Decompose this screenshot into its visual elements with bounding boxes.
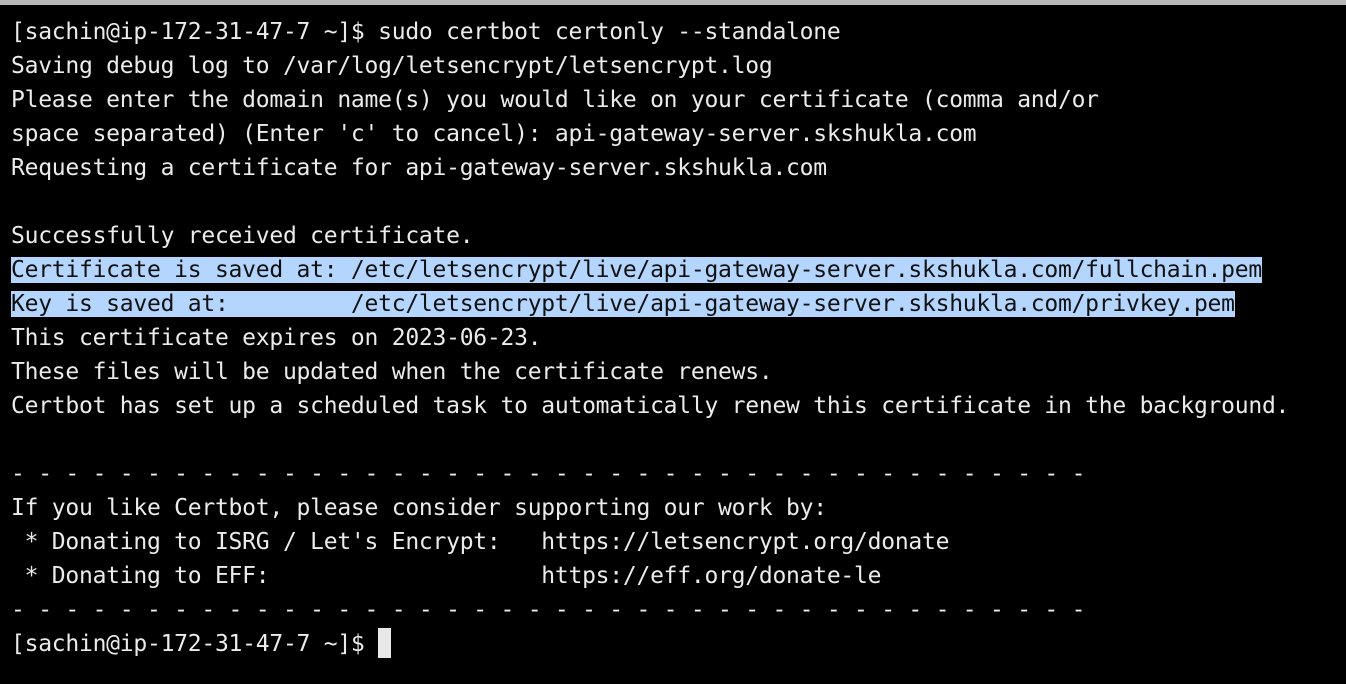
terminal-line-support: If you like Certbot, please consider sup… [11, 495, 827, 521]
terminal-line-debug-log: Saving debug log to /var/log/letsencrypt… [11, 53, 773, 79]
terminal-line-domain-input: space separated) (Enter 'c' to cancel): … [11, 121, 977, 147]
selected-text-cert-path[interactable]: Certificate is saved at: /etc/letsencryp… [11, 257, 1262, 283]
terminal-line-expiry: This certificate expires on 2023-06-23. [11, 325, 542, 351]
text-cursor [378, 628, 392, 658]
terminal-line-scheduled-task: Certbot has set up a scheduled task to a… [11, 393, 1290, 419]
terminal-line-success: Successfully received certificate. [11, 223, 474, 249]
terminal-line-renew-note: These files will be updated when the cer… [11, 359, 773, 385]
terminal-line-cert-path: Certificate is saved at: /etc/letsencryp… [11, 253, 1289, 287]
terminal-prompt-line[interactable]: [sachin@ip-172-31-47-7 ~]$ [11, 627, 1289, 661]
terminal-window[interactable]: [sachin@ip-172-31-47-7 ~]$ sudo certbot … [0, 0, 1346, 684]
terminal-line-key-path: Key is saved at: /etc/letsencrypt/live/a… [11, 287, 1289, 321]
terminal-line-separator: - - - - - - - - - - - - - - - - - - - - … [11, 461, 1086, 487]
shell-prompt: [sachin@ip-172-31-47-7 ~]$ [11, 631, 379, 657]
terminal-line-domain-prompt: Please enter the domain name(s) you woul… [11, 87, 1099, 113]
selected-text-key-path[interactable]: Key is saved at: /etc/letsencrypt/live/a… [11, 291, 1235, 317]
terminal-line-donate-isrg: * Donating to ISRG / Let's Encrypt: http… [11, 529, 950, 555]
terminal-line-requesting: Requesting a certificate for api-gateway… [11, 155, 827, 181]
terminal-line-command: [sachin@ip-172-31-47-7 ~]$ sudo certbot … [11, 19, 841, 45]
terminal-line-separator: - - - - - - - - - - - - - - - - - - - - … [11, 597, 1086, 623]
terminal-output[interactable]: [sachin@ip-172-31-47-7 ~]$ sudo certbot … [11, 15, 1289, 661]
terminal-line-donate-eff: * Donating to EFF: https://eff.org/donat… [11, 563, 882, 589]
